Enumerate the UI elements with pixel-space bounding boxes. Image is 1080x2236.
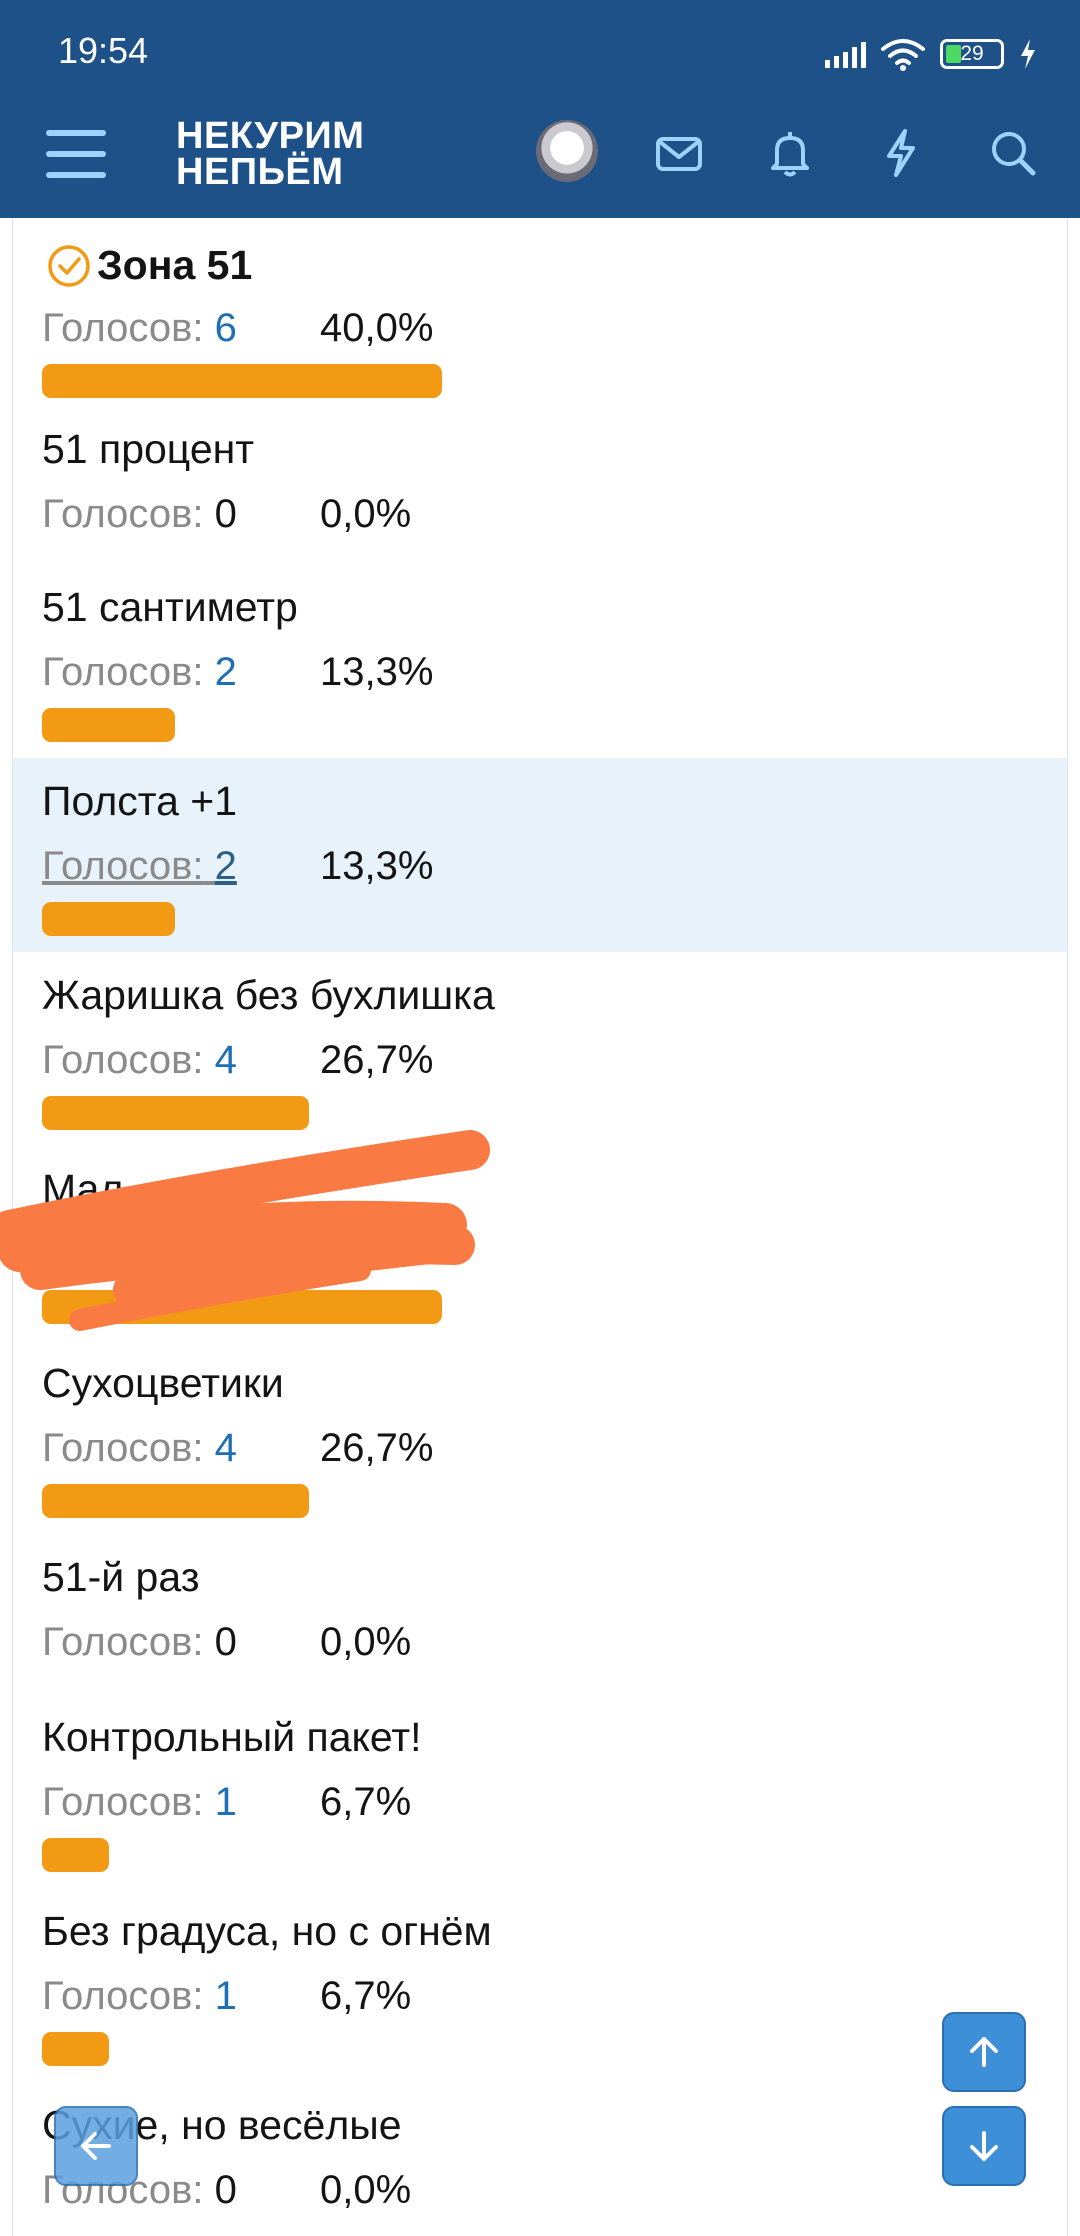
scroll-down-button[interactable] (942, 2106, 1026, 2186)
votes-count: 0 (214, 2168, 237, 2212)
votes-label: Голосов: (42, 1780, 204, 1824)
vote-bar (42, 1290, 442, 1324)
poll-option-title: 51 сантиметр (42, 584, 298, 630)
poll-option-title: 51-й раз (42, 1554, 200, 1600)
vote-bar (42, 364, 442, 398)
poll-option-votes: Голосов: 2 13,3% (42, 650, 433, 695)
votes-count-link[interactable]: 2 (215, 844, 237, 889)
app-header: НЕКУРИМ НЕПЬЁМ (0, 94, 1080, 218)
votes-percent: 26,7% (320, 1426, 434, 1470)
lightning-icon[interactable] (874, 126, 928, 180)
scroll-up-icon (970, 2037, 998, 2067)
votes-label: Голосов: (42, 1974, 204, 2018)
poll-option-title: Мал (42, 1166, 124, 1212)
wifi-icon (881, 39, 925, 71)
menu-icon[interactable] (46, 130, 106, 182)
vote-bar (42, 1838, 109, 1872)
logo-line-2: НЕПЬЁМ (176, 151, 344, 193)
battery-level: 29 (960, 42, 984, 65)
votes-count-link[interactable]: 2 (215, 650, 237, 695)
poll-option-redacted: Мал (13, 1146, 1067, 1340)
poll-option-title: Сухоцветики (42, 1360, 284, 1406)
poll-option-title: Зона 51 (97, 242, 253, 288)
poll-option: 51 процент Голосов: 0 0,0% (13, 404, 1067, 564)
status-icons: 29 (825, 34, 1038, 74)
votes-percent: 0,0% (320, 492, 412, 536)
poll-option: Сухоцветики Голосов: 4 26,7% (13, 1340, 1067, 1534)
back-arrow-icon (81, 2132, 111, 2160)
vote-bar (42, 1096, 309, 1130)
poll-option: 51-й раз Голосов: 0 0,0% (13, 1534, 1067, 1694)
site-logo[interactable]: НЕКУРИМ НЕПЬЁМ (176, 115, 365, 193)
poll-option-votes: Голосов: 0 0,0% (42, 492, 411, 537)
vote-bar (42, 1484, 309, 1518)
poll-option-title: Без градуса, но с огнём (42, 1908, 492, 1954)
votes-percent: 0,0% (320, 2168, 412, 2212)
votes-percent: 0,0% (320, 1620, 412, 1664)
poll-option-votes: Голосов: 1 6,7% (42, 1780, 411, 1825)
votes-percent: 40,0% (320, 306, 434, 350)
votes-percent: 26,7% (320, 1038, 434, 1082)
voted-check-icon (48, 245, 90, 287)
poll-option-title: Контрольный пакет! (42, 1714, 422, 1760)
battery-icon: 29 (940, 39, 1004, 69)
votes-count-link[interactable]: 6 (215, 306, 237, 351)
avatar[interactable] (536, 120, 598, 182)
votes-count: 0 (214, 492, 237, 536)
battery-level-fill (946, 45, 961, 63)
scroll-down-icon (970, 2131, 998, 2161)
poll-option-title: 51 процент (42, 426, 255, 472)
status-bar: 19:54 29 (0, 0, 1080, 94)
poll-option-votes[interactable]: Голосов: 2 13,3% (42, 844, 433, 889)
bell-icon[interactable] (763, 126, 817, 180)
poll-option: 51 сантиметр Голосов: 2 13,3% (13, 564, 1067, 758)
poll-results: Зона 51 Голосов: 6 40,0% 51 процент Голо… (12, 218, 1068, 2236)
votes-label: Голосов: (42, 1038, 204, 1082)
mail-icon[interactable] (652, 126, 706, 180)
votes-percent: 13,3% (320, 650, 434, 694)
status-time: 19:54 (58, 30, 149, 71)
votes-label: Голосов: (42, 650, 204, 694)
poll-option-votes: Голосов: 0 0,0% (42, 1620, 411, 1665)
vote-bar (42, 708, 175, 742)
back-button[interactable] (54, 2106, 138, 2186)
votes-label: Голосов: (42, 306, 204, 350)
logo-line-1: НЕКУРИМ (176, 115, 365, 157)
votes-count-link[interactable]: 1 (215, 1780, 237, 1825)
votes-count-link[interactable]: 4 (215, 1426, 237, 1471)
poll-option: Без градуса, но с огнём Голосов: 1 6,7% (13, 1888, 1067, 2082)
vote-bar (42, 2032, 109, 2066)
poll-option-votes: Голосов: 1 6,7% (42, 1974, 411, 2019)
vote-bar (42, 902, 175, 936)
votes-percent: 13,3% (320, 844, 434, 888)
search-icon[interactable] (986, 126, 1040, 180)
poll-option-title: Полста +1 (42, 778, 238, 824)
votes-percent: 6,7% (320, 1780, 412, 1824)
poll-option-title: Жаришка без бухлишка (42, 972, 495, 1018)
votes-count: 0 (214, 1620, 237, 1664)
poll-option-highlighted: Полста +1 Голосов: 2 13,3% (13, 758, 1067, 952)
poll-option-votes: Голосов: 6 40,0% (42, 306, 433, 351)
signal-icon (825, 40, 866, 68)
charging-icon (1021, 39, 1035, 69)
poll-option-votes: Голосов: 4 26,7% (42, 1038, 433, 1083)
votes-label: Голосов: (42, 1426, 204, 1470)
votes-label: Голосов: (42, 1620, 204, 1664)
poll-option: Зона 51 Голосов: 6 40,0% (13, 218, 1067, 404)
poll-option: Контрольный пакет! Голосов: 1 6,7% (13, 1694, 1067, 1888)
scroll-up-button[interactable] (942, 2012, 1026, 2092)
votes-count-link[interactable]: 4 (215, 1038, 237, 1083)
votes-count-link[interactable]: 1 (215, 1974, 237, 2019)
poll-option: Жаришка без бухлишка Голосов: 4 26,7% (13, 952, 1067, 1146)
votes-label: Голосов: (42, 492, 204, 536)
votes-label: Голосов: (42, 844, 204, 888)
poll-option-votes: Голосов: 4 26,7% (42, 1426, 433, 1471)
votes-percent: 6,7% (320, 1974, 412, 2018)
poll-option: Сухие, но весёлые Голосов: 0 0,0% (13, 2082, 1067, 2236)
